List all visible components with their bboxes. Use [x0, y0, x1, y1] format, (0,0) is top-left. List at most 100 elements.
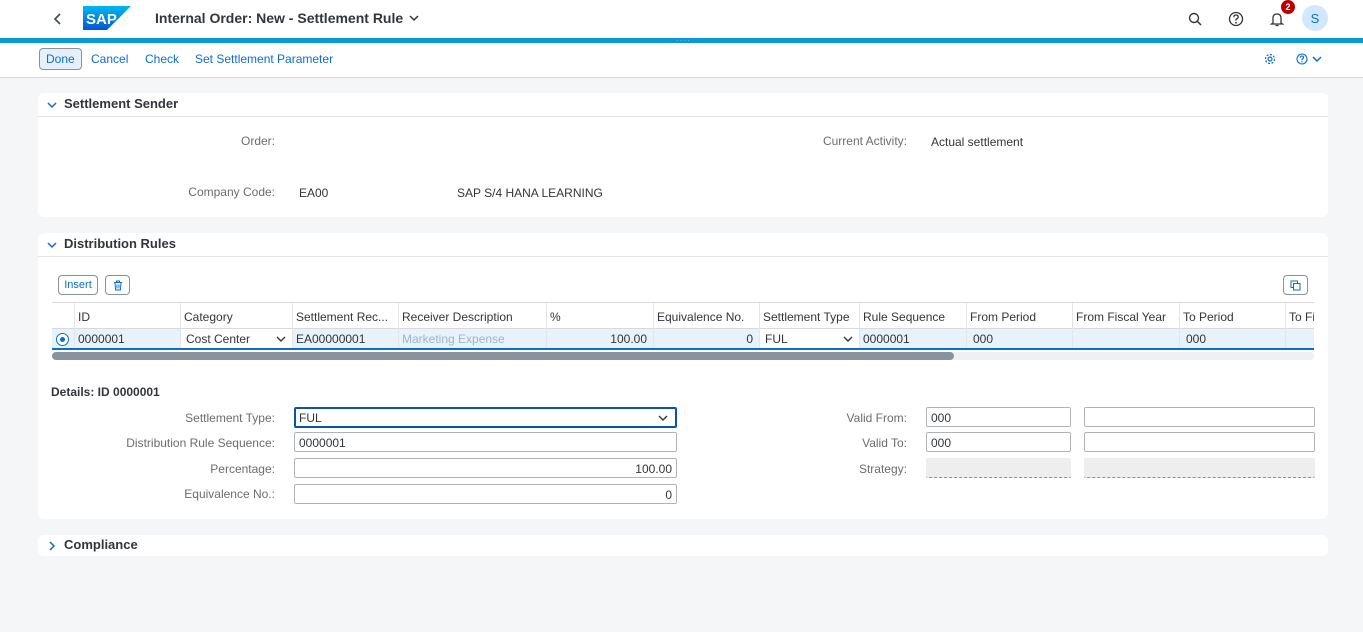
settlement-type-dropdown-value: FUL: [299, 411, 322, 425]
section-title: Settlement Sender: [64, 96, 179, 111]
help-icon: [1296, 53, 1308, 65]
settlement-sender-header[interactable]: Settlement Sender: [38, 93, 1328, 117]
table-row[interactable]: 0000001 Cost Center EA00000001 Marketing…: [52, 329, 1314, 350]
column-header-category[interactable]: Category: [180, 303, 292, 330]
valid-from-year-input[interactable]: [1084, 407, 1315, 427]
distribution-rules-table: ID Category Settlement Rec... Receiver D…: [52, 302, 1314, 362]
page-title: Internal Order: New - Settlement Rule: [155, 10, 404, 26]
cell-settlement-receiver[interactable]: EA00000001: [292, 329, 398, 348]
column-header-percent[interactable]: %: [546, 303, 653, 330]
chevron-down-icon[interactable]: [46, 99, 58, 111]
category-select-value: Cost Center: [186, 332, 251, 346]
search-button[interactable]: [1184, 8, 1206, 30]
column-header-settlement-type[interactable]: Settlement Type: [759, 303, 859, 330]
section-title: Distribution Rules: [64, 236, 176, 251]
details-title: Details: ID 0000001: [51, 385, 160, 399]
cell-to-fiscal-year[interactable]: [1285, 329, 1314, 348]
settlement-type-dropdown[interactable]: FUL: [294, 407, 677, 428]
current-activity-value: Actual settlement: [931, 135, 1024, 149]
selector-column-header: [52, 303, 74, 330]
settings-button[interactable]: [1261, 51, 1279, 67]
back-button[interactable]: [48, 9, 68, 29]
row-selector[interactable]: [52, 329, 74, 348]
column-header-to-period[interactable]: To Period: [1179, 303, 1285, 330]
shell-bar: SAP Internal Order: New - Settlement Rul…: [0, 0, 1363, 38]
column-header-settlement-receiver[interactable]: Settlement Rec...: [292, 303, 398, 330]
compliance-header[interactable]: Compliance: [38, 535, 1328, 556]
app-title-menu[interactable]: Internal Order: New - Settlement Rule: [155, 10, 419, 26]
cell-receiver-description: Marketing Expense: [398, 329, 546, 348]
chevron-left-icon: [53, 13, 61, 25]
column-header-rule-sequence[interactable]: Rule Sequence: [859, 303, 966, 330]
trash-icon: [113, 280, 122, 290]
company-code-label: Company Code:: [188, 185, 275, 199]
strategy-label: Strategy:: [858, 462, 907, 476]
column-header-from-fiscal-year[interactable]: From Fiscal Year: [1072, 303, 1179, 330]
section-title: Compliance: [64, 537, 138, 552]
table-header: ID Category Settlement Rec... Receiver D…: [52, 302, 1314, 330]
done-button[interactable]: Done: [39, 48, 82, 70]
cell-to-period[interactable]: 000: [1179, 329, 1285, 348]
cell-id: 0000001: [74, 329, 180, 348]
row-radio[interactable]: [56, 333, 69, 346]
insert-button[interactable]: Insert: [58, 275, 98, 295]
cancel-button[interactable]: Cancel: [85, 48, 134, 70]
delete-button[interactable]: [105, 275, 130, 295]
current-activity-label: Current Activity:: [822, 134, 907, 148]
set-settlement-parameter-button[interactable]: Set Settlement Parameter: [189, 48, 339, 70]
distribution-rules-header[interactable]: Distribution Rules: [38, 233, 1328, 257]
sap-logo-text: SAP: [86, 11, 117, 28]
chevron-down-icon: [276, 336, 286, 342]
compliance-panel: Compliance: [38, 535, 1328, 556]
settlement-type-label: Settlement Type:: [185, 411, 275, 425]
column-header-receiver-description[interactable]: Receiver Description: [398, 303, 546, 330]
chevron-down-icon: [658, 415, 668, 421]
cell-percent[interactable]: 100.00: [546, 329, 653, 348]
valid-to-label: Valid To:: [862, 436, 907, 450]
bell-icon: [1270, 12, 1284, 26]
order-label: Order:: [240, 134, 275, 148]
column-header-from-period[interactable]: From Period: [966, 303, 1072, 330]
copy-button[interactable]: [1283, 275, 1308, 295]
valid-from-label: Valid From:: [846, 411, 907, 425]
equivalence-input[interactable]: 0: [294, 484, 677, 504]
column-header-equivalence[interactable]: Equivalence No.: [653, 303, 759, 330]
settlement-sender-panel: Settlement Sender Order: Current Activit…: [38, 93, 1328, 217]
help-icon: [1228, 11, 1244, 27]
column-header-to-fiscal-year[interactable]: To Fis: [1285, 303, 1314, 330]
cell-from-period[interactable]: 000: [966, 329, 1072, 348]
chevron-right-icon[interactable]: [46, 540, 58, 552]
company-name-value: SAP S/4 HANA LEARNING: [457, 186, 603, 200]
cell-from-fiscal-year[interactable]: [1072, 329, 1179, 348]
settlement-type-select[interactable]: FUL: [759, 329, 859, 348]
chevron-down-icon: [409, 15, 419, 22]
equivalence-label: Equivalence No.:: [184, 487, 275, 501]
category-select[interactable]: Cost Center: [180, 329, 292, 348]
valid-to-period-input[interactable]: 000: [926, 432, 1071, 452]
percentage-input[interactable]: 100.00: [294, 458, 677, 478]
settlement-type-select-value: FUL: [765, 332, 788, 346]
help-button[interactable]: [1225, 8, 1247, 30]
scrollbar-thumb[interactable]: [52, 352, 954, 360]
rule-sequence-input[interactable]: 0000001: [294, 432, 677, 452]
valid-from-period-input[interactable]: 000: [926, 407, 1071, 427]
cell-rule-sequence[interactable]: 0000001: [859, 329, 966, 348]
avatar[interactable]: S: [1302, 5, 1328, 31]
sap-logo: SAP: [83, 6, 131, 30]
cell-equivalence[interactable]: 0: [653, 329, 759, 348]
column-header-id[interactable]: ID: [74, 303, 180, 330]
company-code-value: EA00: [299, 186, 329, 200]
horizontal-scrollbar[interactable]: [52, 352, 1314, 360]
valid-to-year-input[interactable]: [1084, 432, 1315, 452]
check-button[interactable]: Check: [139, 48, 185, 70]
chevron-down-icon: [1312, 56, 1322, 63]
page-toolbar: Done Cancel Check Set Settlement Paramet…: [0, 43, 1363, 78]
chevron-down-icon[interactable]: [46, 239, 58, 251]
strategy-description-input: [1084, 458, 1315, 478]
help-menu-button[interactable]: [1293, 51, 1325, 67]
copy-icon: [1290, 280, 1301, 290]
notification-badge: 2: [1281, 0, 1295, 14]
rule-sequence-label: Distribution Rule Sequence:: [126, 436, 275, 450]
search-icon: [1188, 12, 1202, 26]
percentage-label: Percentage:: [210, 462, 275, 476]
